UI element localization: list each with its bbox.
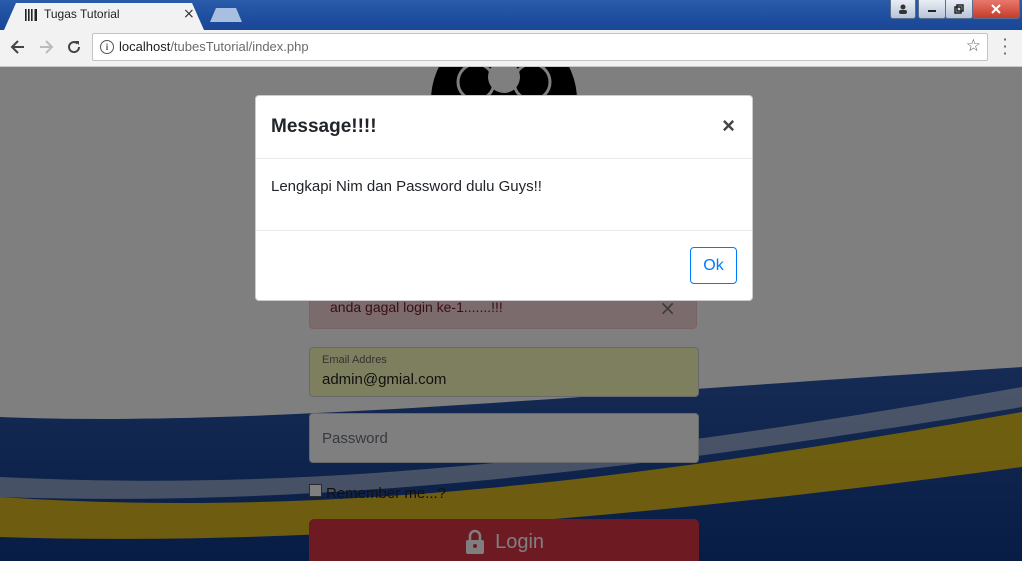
url-text: localhost/tubesTutorial/index.php <box>119 39 309 54</box>
back-arrow-icon[interactable] <box>8 38 28 58</box>
restore-button[interactable] <box>945 0 973 19</box>
tab-title: Tugas Tutorial <box>44 7 120 21</box>
forward-arrow-icon[interactable] <box>36 38 56 58</box>
modal-body: Lengkapi Nim dan Password dulu Guys!! <box>271 178 542 195</box>
reload-icon[interactable] <box>64 38 84 58</box>
modal-header: Message!!!! × <box>256 96 752 159</box>
ok-button[interactable]: Ok <box>690 247 737 284</box>
new-tab-button[interactable] <box>210 8 242 22</box>
browser-toolbar: i localhost/tubesTutorial/index.php ☆ · ·… <box>0 30 1022 67</box>
browser-titlebar: Tugas Tutorial × <box>0 0 1022 30</box>
browser-menu-icon[interactable]: · · · <box>1000 32 1010 62</box>
modal-footer: Ok <box>256 230 752 301</box>
address-bar[interactable]: i localhost/tubesTutorial/index.php ☆ <box>92 33 988 61</box>
info-icon[interactable]: i <box>100 40 114 54</box>
fork-knife-icon <box>25 9 37 21</box>
window-close-button[interactable] <box>972 0 1020 19</box>
modal-close-icon[interactable]: × <box>722 113 735 139</box>
tab-close-icon[interactable]: × <box>183 6 195 22</box>
page-viewport: anda gagal login ke-1.......!!! × Email … <box>0 67 1022 561</box>
message-modal: Message!!!! × Lengkapi Nim dan Password … <box>255 95 753 301</box>
minimize-button[interactable] <box>918 0 946 19</box>
modal-title: Message!!!! <box>271 116 377 137</box>
bookmark-star-icon[interactable]: ☆ <box>966 36 981 56</box>
user-profile-icon[interactable] <box>890 0 916 19</box>
